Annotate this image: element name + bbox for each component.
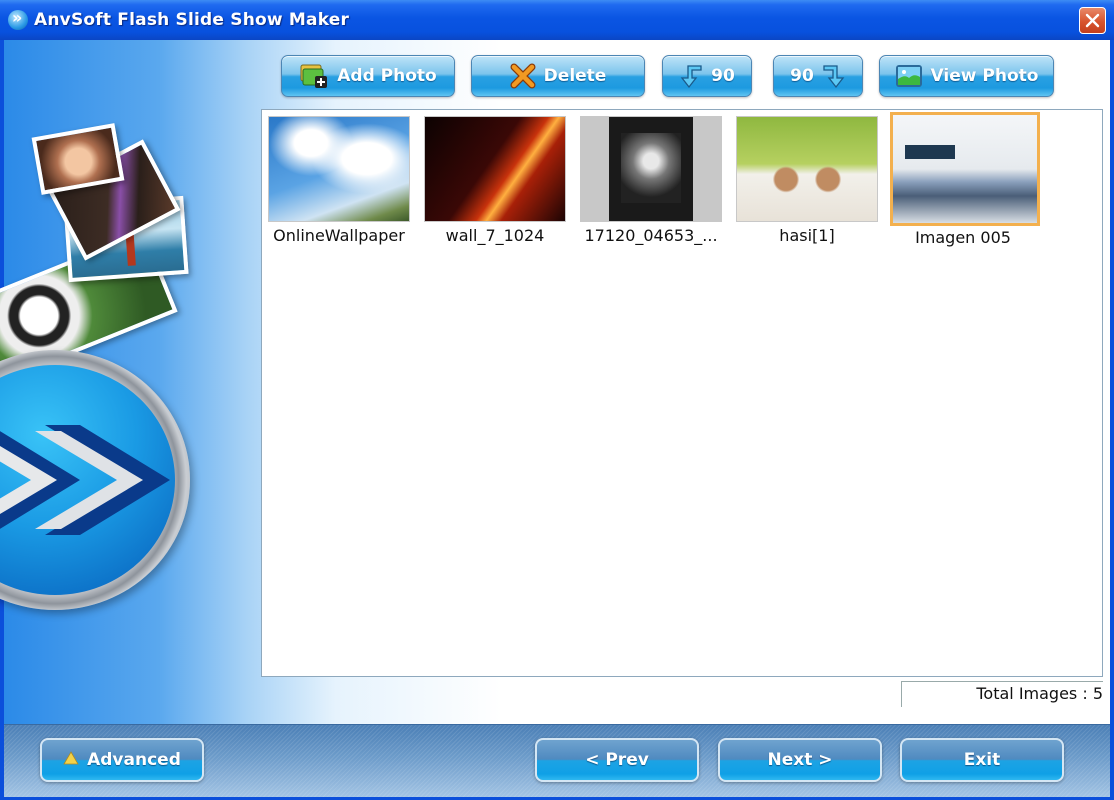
add-photo-button[interactable]: Add Photo xyxy=(281,55,455,97)
thumbnail-image xyxy=(890,112,1040,226)
rotate-left-label: 90 xyxy=(711,66,735,86)
thumbnail-caption: Imagen 005 xyxy=(915,228,1011,247)
delete-button[interactable]: Delete xyxy=(471,55,645,97)
rotate-left-arrow-icon xyxy=(679,63,703,89)
photo-thumbnail[interactable]: OnlineWallpaper xyxy=(266,116,412,245)
rotate-right-arrow-icon xyxy=(822,63,846,89)
rotate-left-button[interactable]: 90 xyxy=(662,55,752,97)
photo-thumbnail[interactable]: 17120_04653_... xyxy=(578,116,724,245)
photo-list[interactable]: OnlineWallpaper wall_7_1024 17120_04653_… xyxy=(261,109,1103,677)
exit-label: Exit xyxy=(963,750,1001,770)
logo-disc xyxy=(0,365,175,595)
fast-forward-icon xyxy=(0,425,170,535)
view-photo-label: View Photo xyxy=(930,66,1039,86)
photo-thumbnail[interactable]: wall_7_1024 xyxy=(422,116,568,245)
app-window: AnvSoft Flash Slide Show Maker xyxy=(0,0,1114,800)
exit-button[interactable]: Exit xyxy=(900,738,1064,782)
advanced-label: Advanced xyxy=(87,750,181,770)
rotate-right-button[interactable]: 90 xyxy=(773,55,863,97)
thumbnail-image xyxy=(736,116,878,222)
triangle-up-icon xyxy=(63,750,79,770)
thumbnail-image xyxy=(424,116,566,222)
close-icon xyxy=(1085,13,1100,28)
next-button[interactable]: Next > xyxy=(718,738,882,782)
close-button[interactable] xyxy=(1079,7,1106,34)
next-label: Next > xyxy=(767,750,833,770)
thumbnail-image xyxy=(268,116,410,222)
delete-x-icon xyxy=(510,63,536,89)
thumbnail-caption: wall_7_1024 xyxy=(445,226,545,245)
window-title: AnvSoft Flash Slide Show Maker xyxy=(34,10,350,30)
photo-thumbnail-selected[interactable]: Imagen 005 xyxy=(890,112,1040,247)
picture-icon xyxy=(895,64,923,88)
advanced-button[interactable]: Advanced xyxy=(40,738,204,782)
prev-button[interactable]: < Prev xyxy=(535,738,699,782)
app-logo xyxy=(0,350,190,610)
app-icon xyxy=(8,8,28,30)
delete-label: Delete xyxy=(543,66,607,86)
view-photo-button[interactable]: View Photo xyxy=(879,55,1054,97)
thumbnail-caption: hasi[1] xyxy=(779,226,835,245)
thumbnail-caption: OnlineWallpaper xyxy=(273,226,405,245)
prev-label: < Prev xyxy=(585,750,649,770)
rotate-right-label: 90 xyxy=(790,66,814,86)
add-photo-label: Add Photo xyxy=(337,66,437,86)
thumbnail-caption: 17120_04653_... xyxy=(584,226,718,245)
photo-thumbnail[interactable]: hasi[1] xyxy=(734,116,880,245)
thumbnail-image xyxy=(580,116,722,222)
total-images-status: Total Images : 5 xyxy=(901,681,1103,707)
title-bar[interactable]: AnvSoft Flash Slide Show Maker xyxy=(0,0,1114,40)
add-photo-icon xyxy=(299,63,329,89)
